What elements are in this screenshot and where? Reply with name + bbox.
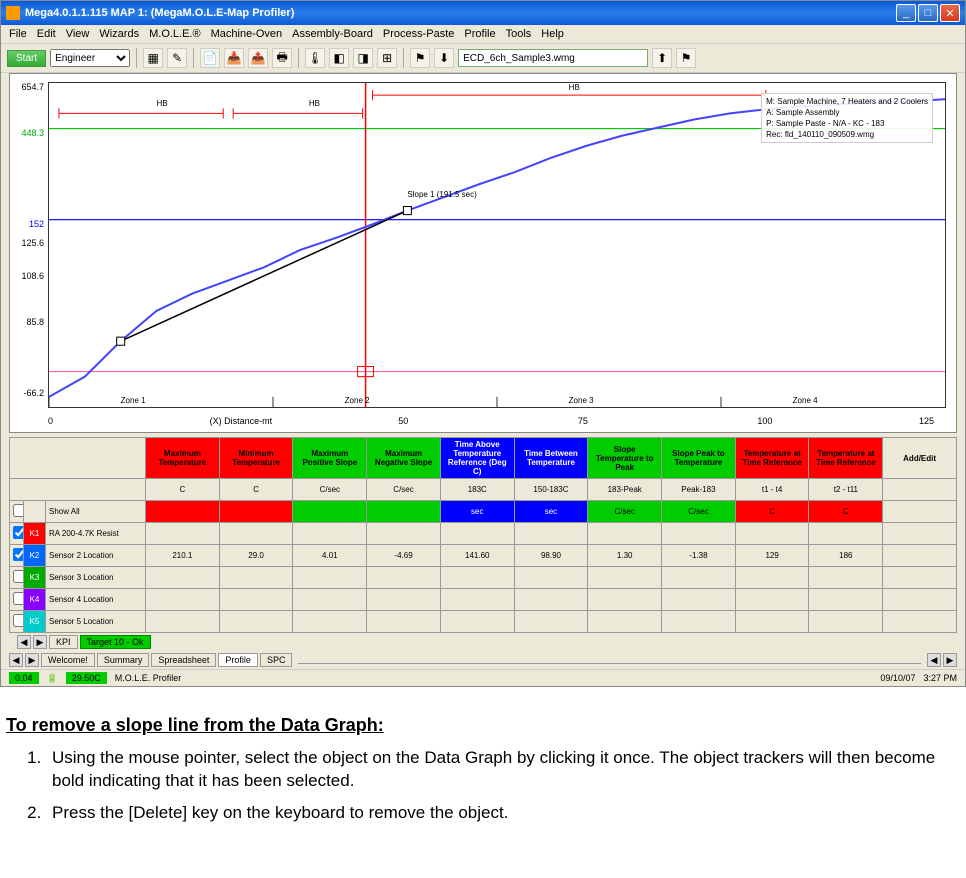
table-row: K2 Sensor 2 Location 210.1 29.0 4.01 -4.… [10, 545, 957, 567]
toolbar-btn-8[interactable]: ◧ [329, 48, 349, 68]
menu-assembly-board[interactable]: Assembly-Board [292, 28, 373, 40]
tab-welcome[interactable]: Welcome! [41, 653, 95, 667]
app-icon [6, 6, 20, 20]
row-color-4: K4 [24, 589, 46, 611]
bottom-tab-left[interactable]: ◀ [9, 653, 23, 667]
window-controls: _ □ ✕ [896, 4, 960, 22]
chart-legend: M: Sample Machine, 7 Heaters and 2 Coole… [761, 93, 933, 143]
status-temp: 29.50C [66, 672, 107, 684]
menu-edit[interactable]: Edit [37, 28, 56, 40]
tab-target[interactable]: Target 10 - Ok [80, 635, 151, 649]
zone-4-label: Zone 4 [793, 396, 818, 405]
tab-kpi[interactable]: KPI [49, 635, 78, 649]
status-center: M.O.L.E. Profiler [115, 673, 182, 683]
doc-step-2: Press the [Delete] key on the keyboard t… [46, 801, 966, 824]
table-row: K1 RA 200-4.7K Resist [10, 523, 957, 545]
status-value: 0.04 [9, 672, 39, 684]
start-button[interactable]: Start [7, 50, 46, 67]
chart-plot-area[interactable]: HB HB HB Slope 1 (191.5 sec) Zone 1 Zone… [48, 82, 946, 408]
row-color-2: K2 [24, 545, 46, 567]
spec-row-2: Show All sec sec C/sec C/sec C C [10, 501, 957, 523]
toolbar-btn-9[interactable]: ◨ [353, 48, 373, 68]
add-edit-button[interactable]: Add/Edit [883, 438, 957, 479]
doc-heading: To remove a slope line from the Data Gra… [6, 715, 966, 736]
toolbar-flag2-icon[interactable]: ⚑ [676, 48, 696, 68]
tab-spc[interactable]: SPC [260, 653, 293, 667]
maximize-button[interactable]: □ [918, 4, 938, 22]
minimize-button[interactable]: _ [896, 4, 916, 22]
filename-field[interactable] [458, 49, 648, 67]
toolbar-flag-icon[interactable]: ⚑ [410, 48, 430, 68]
zone-1-label: Zone 1 [121, 396, 146, 405]
menu-view[interactable]: View [66, 28, 90, 40]
zone-2-label: Zone 2 [345, 396, 370, 405]
window-title: Mega4.0.1.1.115 MAP 1: (MegaM.O.L.E-Map … [25, 7, 896, 19]
region-hb-3: HB [569, 83, 580, 92]
toolbar-down-icon[interactable]: ⬇ [434, 48, 454, 68]
menu-wizards[interactable]: Wizards [99, 28, 139, 40]
row-check-1[interactable] [13, 526, 24, 539]
header-row: Maximum Temperature Minimum Temperature … [10, 438, 957, 479]
data-panel: Maximum Temperature Minimum Temperature … [9, 437, 957, 651]
doc-steps: Using the mouse pointer, select the obje… [46, 746, 966, 824]
menu-file[interactable]: File [9, 28, 27, 40]
application-window: Mega4.0.1.1.115 MAP 1: (MegaM.O.L.E-Map … [0, 0, 966, 687]
table-row: K3 Sensor 3 Location [10, 567, 957, 589]
doc-step-1: Using the mouse pointer, select the obje… [46, 746, 966, 793]
table-row: K5 Sensor 5 Location [10, 611, 957, 633]
menu-machine-oven[interactable]: Machine-Oven [211, 28, 283, 40]
close-button[interactable]: ✕ [940, 4, 960, 22]
toolbar-btn-10[interactable]: ⊞ [377, 48, 397, 68]
data-graph[interactable]: 654.7 448.3 152 125.6 108.6 85.8 -66.2 [9, 73, 957, 433]
menu-tools[interactable]: Tools [506, 28, 532, 40]
row-color-5: K5 [24, 611, 46, 633]
toolbar-up-icon[interactable]: ⬆ [652, 48, 672, 68]
row-color-1: K1 [24, 523, 46, 545]
statusbar: 0.04 🔋 29.50C M.O.L.E. Profiler 09/10/07… [1, 669, 965, 686]
titlebar: Mega4.0.1.1.115 MAP 1: (MegaM.O.L.E-Map … [1, 1, 965, 25]
row-check-3[interactable] [13, 570, 24, 583]
toolbar-btn-4[interactable]: 📥 [224, 48, 244, 68]
bottom-tab-right[interactable]: ▶ [25, 653, 39, 667]
region-hb-1: HB [157, 99, 168, 108]
role-select[interactable]: Engineer [50, 49, 130, 67]
toolbar-btn-7[interactable]: 🌡 [305, 48, 325, 68]
zone-3-label: Zone 3 [569, 396, 594, 405]
tab-right-button[interactable]: ▶ [33, 635, 47, 649]
x-axis-labels: 0 (X) Distance-mt 50 75 100 125 [48, 416, 946, 430]
tab-profile[interactable]: Profile [218, 653, 258, 667]
menu-process-paste[interactable]: Process-Paste [383, 28, 455, 40]
toolbar: Start Engineer ▦ ✎ 📄 📥 📤 🖶 🌡 ◧ ◨ ⊞ ⚑ ⬇ ⬆… [1, 44, 965, 73]
row-color-3: K3 [24, 567, 46, 589]
show-all-check[interactable] [13, 504, 24, 517]
tab-spreadsheet[interactable]: Spreadsheet [151, 653, 216, 667]
toolbar-btn-2[interactable]: ✎ [167, 48, 187, 68]
row-check-2[interactable] [13, 548, 24, 561]
toolbar-btn-3[interactable]: 📄 [200, 48, 220, 68]
menu-mole[interactable]: M.O.L.E.® [149, 28, 201, 40]
tab-summary[interactable]: Summary [97, 653, 150, 667]
menubar: File Edit View Wizards M.O.L.E.® Machine… [1, 25, 965, 44]
table-row: K4 Sensor 4 Location [10, 589, 957, 611]
menu-profile[interactable]: Profile [464, 28, 495, 40]
scrollbar-horizontal[interactable] [298, 656, 921, 664]
menu-help[interactable]: Help [541, 28, 564, 40]
region-hb-2: HB [309, 99, 320, 108]
row-check-4[interactable] [13, 592, 24, 605]
spec-row-1: C C C/sec C/sec 183C 150-183C 183-Peak P… [10, 479, 957, 501]
bottom-tabs: ◀ ▶ Welcome! Summary Spreadsheet Profile… [1, 651, 965, 669]
slope-annotation[interactable]: Slope 1 (191.5 sec) [407, 190, 476, 199]
scroll-right-button[interactable]: ▶ [943, 653, 957, 667]
status-time: 3:27 PM [923, 673, 957, 683]
toolbar-btn-1[interactable]: ▦ [143, 48, 163, 68]
data-table: Maximum Temperature Minimum Temperature … [9, 437, 957, 633]
row-check-5[interactable] [13, 614, 24, 627]
scroll-left-button[interactable]: ◀ [927, 653, 941, 667]
toolbar-btn-6[interactable]: 🖶 [272, 48, 292, 68]
toolbar-btn-5[interactable]: 📤 [248, 48, 268, 68]
tab-left-button[interactable]: ◀ [17, 635, 31, 649]
kpi-tabs: ◀ ▶ KPI Target 10 - Ok [9, 633, 957, 651]
y-axis-labels: 654.7 448.3 152 125.6 108.6 85.8 -66.2 [12, 82, 46, 408]
status-date: 09/10/07 [880, 673, 915, 683]
